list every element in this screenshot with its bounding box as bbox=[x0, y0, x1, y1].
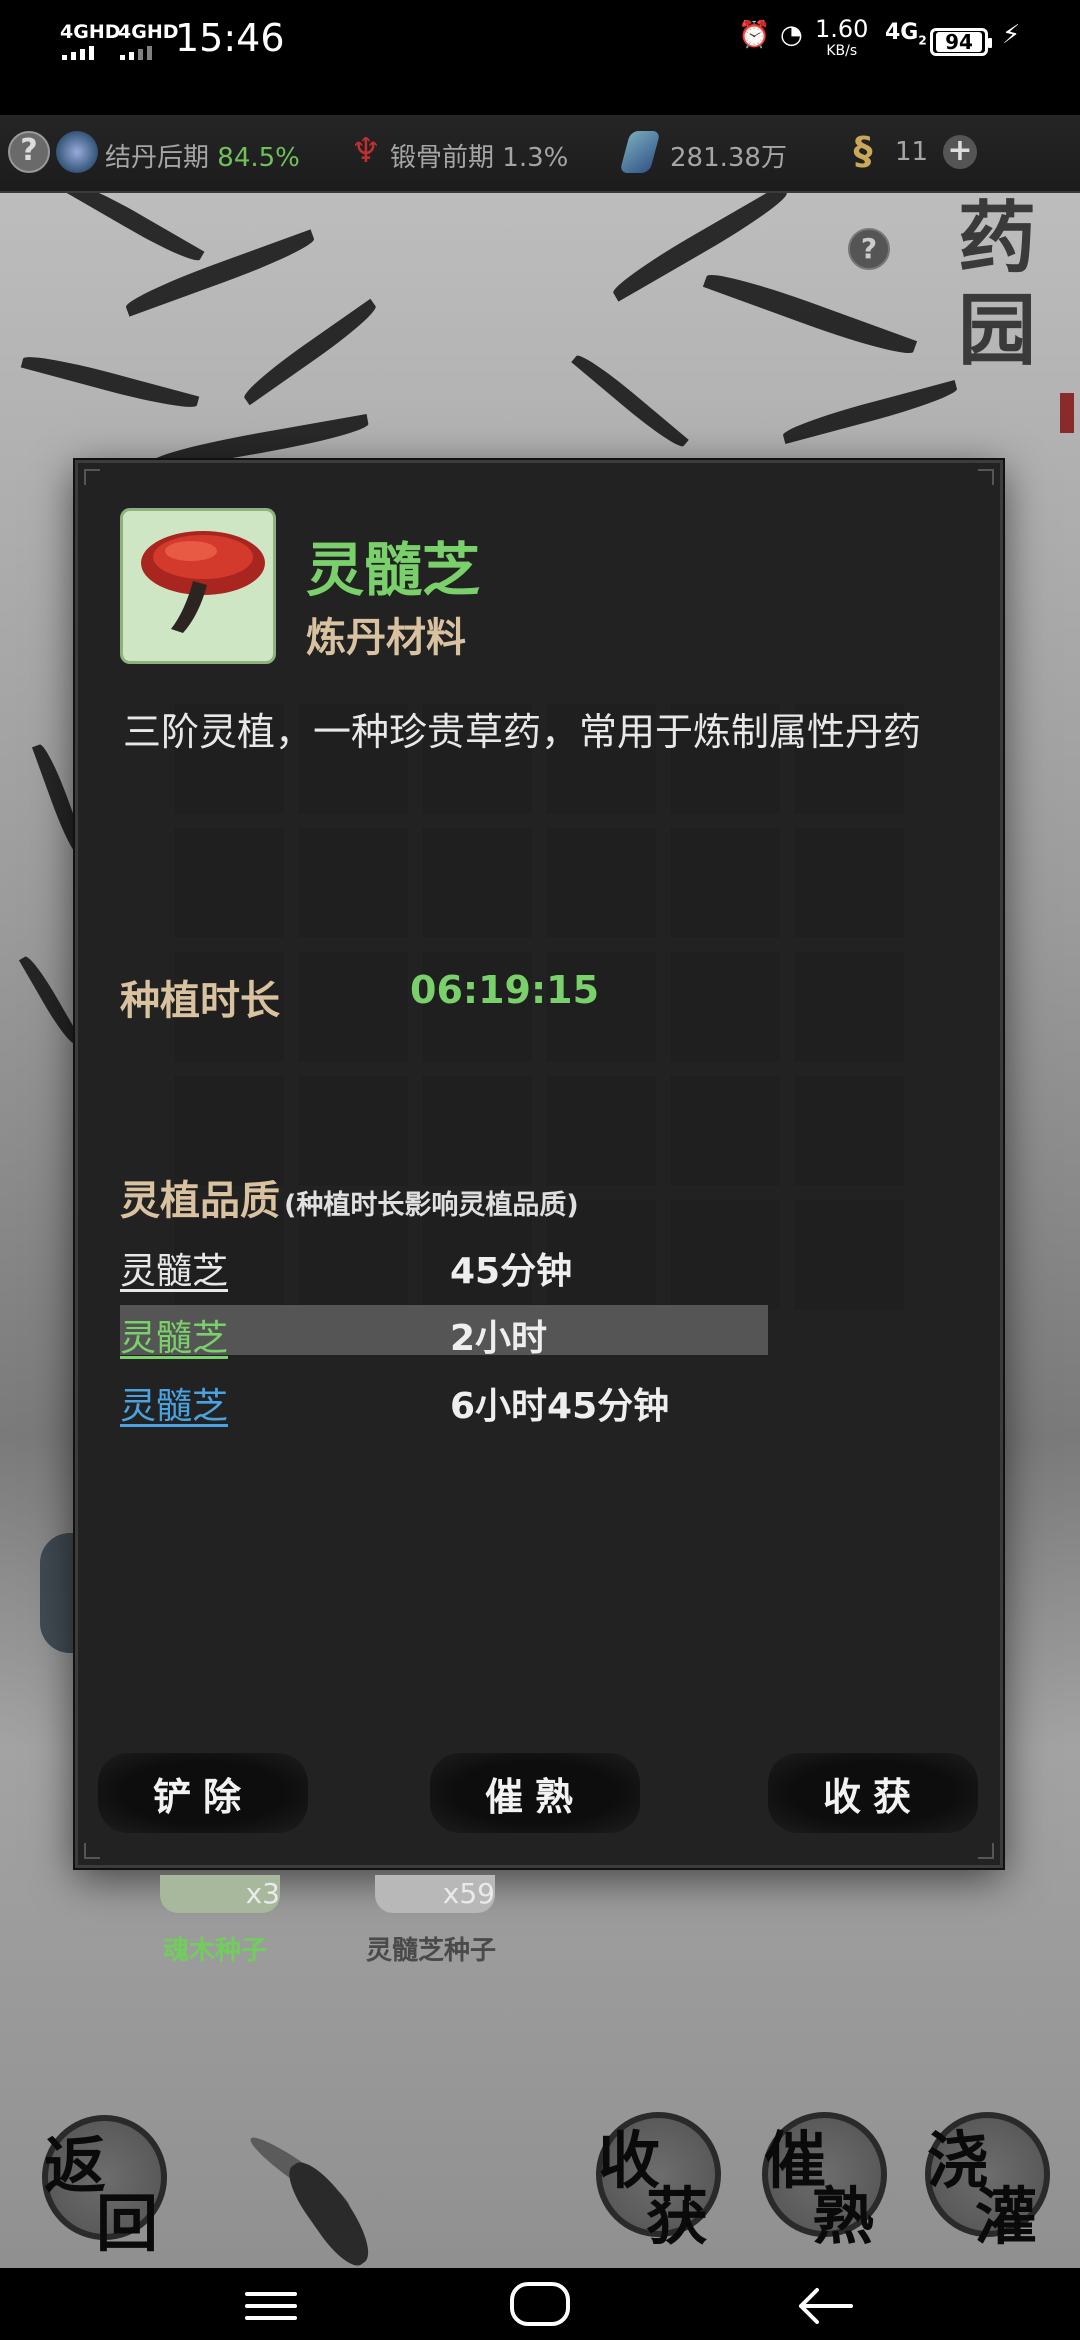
back-arrow-icon[interactable] bbox=[795, 2286, 855, 2326]
seed-count: x3 bbox=[245, 1877, 280, 1910]
seed-count: x59 bbox=[442, 1877, 495, 1910]
network-indicator-1: 4GHD bbox=[60, 21, 121, 43]
plant-time-label: 种植时长 bbox=[120, 978, 280, 1024]
help-icon[interactable]: ? bbox=[8, 131, 50, 173]
ink-fish bbox=[279, 2152, 381, 2268]
signal-icon bbox=[120, 46, 152, 60]
currency-count: 11 bbox=[895, 137, 929, 167]
signal-icon bbox=[62, 46, 94, 60]
garden-title: 药园 bbox=[958, 193, 1037, 376]
lingzhi-mushroom-icon bbox=[120, 508, 276, 664]
seed-label: 魂木种子 bbox=[163, 1936, 268, 1966]
spirit-stone-count: 281.38万 bbox=[670, 143, 787, 173]
spirit-stone-icon bbox=[619, 131, 661, 173]
item-detail-dialog: 灵髓芝 炼丹材料 三阶灵植，一种珍贵草药，常用于炼制属性丹药 种植时长 06:1… bbox=[75, 460, 1003, 1868]
quality-row-selected: 灵髓芝 2小时 bbox=[120, 1305, 768, 1359]
body-stage: 锻骨前期 1.3% bbox=[390, 143, 569, 173]
accelerate-button[interactable]: 催熟 bbox=[430, 1753, 640, 1833]
harvest-button[interactable]: 收获 bbox=[768, 1753, 978, 1833]
back-button[interactable]: 返 回 bbox=[42, 2115, 167, 2260]
home-icon[interactable] bbox=[510, 2282, 570, 2326]
alarm-icon: ⏰ bbox=[738, 20, 771, 50]
system-nav-bar bbox=[0, 2268, 1080, 2340]
charging-icon: ⚡ bbox=[1002, 20, 1021, 50]
quality-name: 灵髓芝 bbox=[120, 1386, 229, 1427]
network-indicator-3: 4G2 bbox=[885, 20, 927, 48]
resource-bar: ? 结丹后期 84.5% ♆ 锻骨前期 1.3% 281.38万 § 11 + bbox=[0, 115, 1080, 193]
garden-help-icon[interactable]: ? bbox=[848, 228, 890, 270]
quality-duration: 45分钟 bbox=[450, 1251, 573, 1292]
clock: 15:46 bbox=[175, 16, 285, 60]
seal-stamp bbox=[1060, 393, 1074, 433]
quality-row: 灵髓芝 45分钟 bbox=[120, 1238, 770, 1292]
item-name: 灵髓芝 bbox=[306, 536, 481, 604]
harvest-all-button[interactable]: 收 获 bbox=[596, 2112, 721, 2253]
data-saver-icon: ◔ bbox=[780, 20, 803, 50]
recent-apps-icon[interactable] bbox=[245, 2292, 297, 2328]
battery-indicator: 94 bbox=[930, 28, 992, 56]
quality-name: 灵髓芝 bbox=[120, 1318, 229, 1359]
quality-row: 灵髓芝 6小时45分钟 bbox=[120, 1373, 770, 1427]
water-button[interactable]: 浇 灌 bbox=[925, 2112, 1050, 2253]
network-indicator-2: 4GHD bbox=[118, 21, 179, 43]
status-bar: 4GHD 4GHD 15:46 ⏰ ◔ 1.60 KB/s 4G2 94 ⚡ bbox=[0, 0, 1080, 115]
add-currency-button[interactable]: + bbox=[943, 135, 977, 169]
plant-time-value: 06:19:15 bbox=[410, 968, 600, 1012]
gold-coin-icon: § bbox=[853, 129, 873, 173]
cultivation-icon bbox=[56, 131, 98, 173]
quality-duration: 2小时 bbox=[450, 1318, 548, 1359]
accelerate-all-button[interactable]: 催 熟 bbox=[762, 2112, 887, 2253]
quality-title: 灵植品质 (种植时长影响灵植品质) bbox=[120, 1178, 579, 1224]
network-speed: 1.60 KB/s bbox=[815, 15, 869, 59]
quality-duration: 6小时45分钟 bbox=[450, 1386, 670, 1427]
quality-name: 灵髓芝 bbox=[120, 1251, 229, 1292]
item-type: 炼丹材料 bbox=[306, 615, 466, 661]
remove-button[interactable]: 铲除 bbox=[98, 1753, 308, 1833]
seed-label: 灵髓芝种子 bbox=[366, 1936, 497, 1966]
cultivation-stage: 结丹后期 84.5% bbox=[105, 143, 300, 173]
body-refining-icon: ♆ bbox=[350, 131, 382, 171]
item-description: 三阶灵植，一种珍贵草药，常用于炼制属性丹药 bbox=[123, 710, 922, 754]
